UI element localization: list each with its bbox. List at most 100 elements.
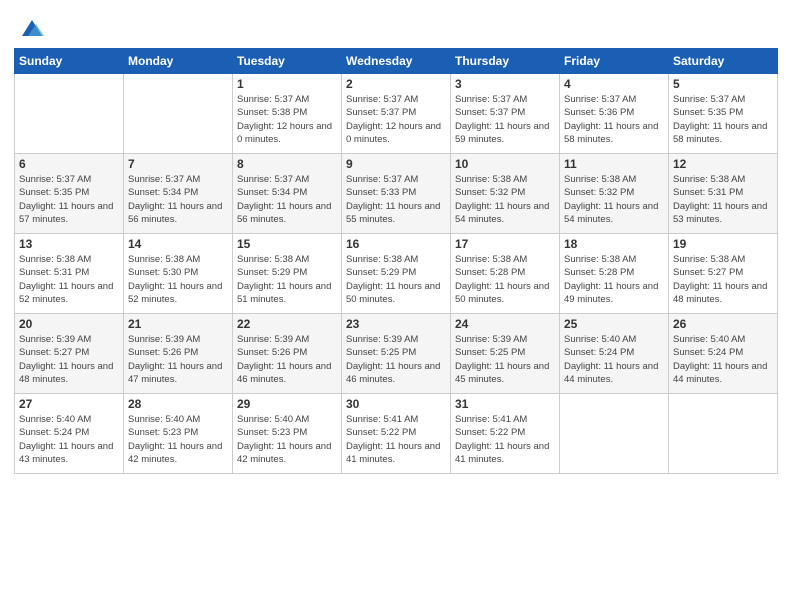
calendar-cell: 16 Sunrise: 5:38 AMSunset: 5:29 PMDayligh…: [342, 234, 451, 314]
calendar-cell: 28Sunrise: 5:40 AMSunset: 5:23 PMDayligh…: [124, 394, 233, 474]
day-header-tuesday: Tuesday: [233, 49, 342, 74]
calendar-cell: 25Sunrise: 5:40 AMSunset: 5:24 PMDayligh…: [560, 314, 669, 394]
calendar-cell: 26 Sunrise: 5:40 AMSunset: 5:24 PMDayligh…: [669, 314, 778, 394]
day-number: 27: [19, 397, 119, 411]
calendar-cell: [124, 74, 233, 154]
day-header-thursday: Thursday: [451, 49, 560, 74]
day-header-saturday: Saturday: [669, 49, 778, 74]
calendar-cell: 20 Sunrise: 5:39 AMSunset: 5:27 PMDayligh…: [15, 314, 124, 394]
day-number: 12: [673, 157, 773, 171]
calendar-cell: [15, 74, 124, 154]
calendar-cell: 7 Sunrise: 5:37 AMSunset: 5:34 PMDaylight…: [124, 154, 233, 234]
day-detail: Sunrise: 5:39 AMSunset: 5:25 PMDaylight:…: [455, 333, 555, 386]
day-number: 16: [346, 237, 446, 251]
day-number: 11: [564, 157, 664, 171]
day-detail: Sunrise: 5:38 AMSunset: 5:29 PMDaylight:…: [237, 253, 337, 306]
day-header-wednesday: Wednesday: [342, 49, 451, 74]
calendar-cell: 10Sunrise: 5:38 AMSunset: 5:32 PMDayligh…: [451, 154, 560, 234]
day-number: 15: [237, 237, 337, 251]
calendar-week-row: 20 Sunrise: 5:39 AMSunset: 5:27 PMDayligh…: [15, 314, 778, 394]
day-detail: Sunrise: 5:38 AMSunset: 5:31 PMDaylight:…: [673, 173, 773, 226]
day-detail: Sunrise: 5:40 AMSunset: 5:23 PMDaylight:…: [237, 413, 337, 466]
day-number: 10: [455, 157, 555, 171]
day-detail: Sunrise: 5:37 AMSunset: 5:34 PMDaylight:…: [128, 173, 228, 226]
calendar-cell: 13 Sunrise: 5:38 AMSunset: 5:31 PMDayligh…: [15, 234, 124, 314]
calendar-cell: 29 Sunrise: 5:40 AMSunset: 5:23 PMDayligh…: [233, 394, 342, 474]
day-number: 30: [346, 397, 446, 411]
calendar-cell: 17 Sunrise: 5:38 AMSunset: 5:28 PMDayligh…: [451, 234, 560, 314]
day-number: 31: [455, 397, 555, 411]
day-number: 20: [19, 317, 119, 331]
day-detail: Sunrise: 5:37 AMSunset: 5:35 PMDaylight:…: [673, 93, 773, 146]
calendar-cell: 4 Sunrise: 5:37 AMSunset: 5:36 PMDaylight…: [560, 74, 669, 154]
calendar-week-row: 27 Sunrise: 5:40 AMSunset: 5:24 PMDayligh…: [15, 394, 778, 474]
day-number: 21: [128, 317, 228, 331]
calendar-cell: 1Sunrise: 5:37 AMSunset: 5:38 PMDaylight…: [233, 74, 342, 154]
day-detail: Sunrise: 5:39 AMSunset: 5:27 PMDaylight:…: [19, 333, 119, 386]
day-detail: Sunrise: 5:39 AMSunset: 5:25 PMDaylight:…: [346, 333, 446, 386]
calendar-cell: 14Sunrise: 5:38 AMSunset: 5:30 PMDayligh…: [124, 234, 233, 314]
day-number: 17: [455, 237, 555, 251]
day-detail: Sunrise: 5:37 AMSunset: 5:36 PMDaylight:…: [564, 93, 664, 146]
calendar-cell: 31 Sunrise: 5:41 AMSunset: 5:22 PMDayligh…: [451, 394, 560, 474]
day-number: 23: [346, 317, 446, 331]
day-detail: Sunrise: 5:37 AMSunset: 5:38 PMDaylight:…: [237, 93, 337, 146]
day-detail: Sunrise: 5:37 AMSunset: 5:34 PMDaylight:…: [237, 173, 337, 226]
day-number: 8: [237, 157, 337, 171]
day-number: 4: [564, 77, 664, 91]
calendar-table: SundayMondayTuesdayWednesdayThursdayFrid…: [14, 48, 778, 474]
day-number: 19: [673, 237, 773, 251]
day-number: 6: [19, 157, 119, 171]
day-detail: Sunrise: 5:38 AMSunset: 5:31 PMDaylight:…: [19, 253, 119, 306]
calendar-cell: 30Sunrise: 5:41 AMSunset: 5:22 PMDayligh…: [342, 394, 451, 474]
calendar-cell: [560, 394, 669, 474]
calendar-cell: 6 Sunrise: 5:37 AMSunset: 5:35 PMDaylight…: [15, 154, 124, 234]
day-detail: Sunrise: 5:38 AMSunset: 5:28 PMDaylight:…: [564, 253, 664, 306]
calendar-cell: 3Sunrise: 5:37 AMSunset: 5:37 PMDaylight…: [451, 74, 560, 154]
day-number: 2: [346, 77, 446, 91]
calendar-cell: 27 Sunrise: 5:40 AMSunset: 5:24 PMDayligh…: [15, 394, 124, 474]
day-detail: Sunrise: 5:41 AMSunset: 5:22 PMDaylight:…: [455, 413, 555, 466]
day-number: 5: [673, 77, 773, 91]
calendar-cell: 11Sunrise: 5:38 AMSunset: 5:32 PMDayligh…: [560, 154, 669, 234]
calendar-cell: 5 Sunrise: 5:37 AMSunset: 5:35 PMDaylight…: [669, 74, 778, 154]
calendar-week-row: 6 Sunrise: 5:37 AMSunset: 5:35 PMDaylight…: [15, 154, 778, 234]
day-number: 25: [564, 317, 664, 331]
calendar-week-row: 1Sunrise: 5:37 AMSunset: 5:38 PMDaylight…: [15, 74, 778, 154]
day-number: 29: [237, 397, 337, 411]
day-number: 14: [128, 237, 228, 251]
day-header-monday: Monday: [124, 49, 233, 74]
calendar-cell: 15 Sunrise: 5:38 AMSunset: 5:29 PMDayligh…: [233, 234, 342, 314]
page: SundayMondayTuesdayWednesdayThursdayFrid…: [0, 0, 792, 612]
logo-icon: [18, 14, 46, 42]
day-number: 26: [673, 317, 773, 331]
calendar-cell: 18 Sunrise: 5:38 AMSunset: 5:28 PMDayligh…: [560, 234, 669, 314]
header: [14, 10, 778, 42]
day-detail: Sunrise: 5:38 AMSunset: 5:29 PMDaylight:…: [346, 253, 446, 306]
day-detail: Sunrise: 5:40 AMSunset: 5:24 PMDaylight:…: [19, 413, 119, 466]
calendar-cell: 2Sunrise: 5:37 AMSunset: 5:37 PMDaylight…: [342, 74, 451, 154]
day-detail: Sunrise: 5:38 AMSunset: 5:27 PMDaylight:…: [673, 253, 773, 306]
day-number: 3: [455, 77, 555, 91]
day-number: 28: [128, 397, 228, 411]
day-number: 13: [19, 237, 119, 251]
day-detail: Sunrise: 5:38 AMSunset: 5:28 PMDaylight:…: [455, 253, 555, 306]
calendar-header-row: SundayMondayTuesdayWednesdayThursdayFrid…: [15, 49, 778, 74]
calendar-week-row: 13 Sunrise: 5:38 AMSunset: 5:31 PMDayligh…: [15, 234, 778, 314]
calendar-cell: 22 Sunrise: 5:39 AMSunset: 5:26 PMDayligh…: [233, 314, 342, 394]
day-detail: Sunrise: 5:37 AMSunset: 5:35 PMDaylight:…: [19, 173, 119, 226]
calendar-cell: 21 Sunrise: 5:39 AMSunset: 5:26 PMDayligh…: [124, 314, 233, 394]
day-header-sunday: Sunday: [15, 49, 124, 74]
day-number: 18: [564, 237, 664, 251]
day-number: 22: [237, 317, 337, 331]
day-number: 7: [128, 157, 228, 171]
logo-area: [14, 14, 46, 42]
day-detail: Sunrise: 5:40 AMSunset: 5:24 PMDaylight:…: [673, 333, 773, 386]
day-detail: Sunrise: 5:39 AMSunset: 5:26 PMDaylight:…: [128, 333, 228, 386]
calendar-cell: 12 Sunrise: 5:38 AMSunset: 5:31 PMDayligh…: [669, 154, 778, 234]
calendar-cell: 9Sunrise: 5:37 AMSunset: 5:33 PMDaylight…: [342, 154, 451, 234]
day-number: 24: [455, 317, 555, 331]
day-detail: Sunrise: 5:39 AMSunset: 5:26 PMDaylight:…: [237, 333, 337, 386]
day-detail: Sunrise: 5:37 AMSunset: 5:33 PMDaylight:…: [346, 173, 446, 226]
day-header-friday: Friday: [560, 49, 669, 74]
